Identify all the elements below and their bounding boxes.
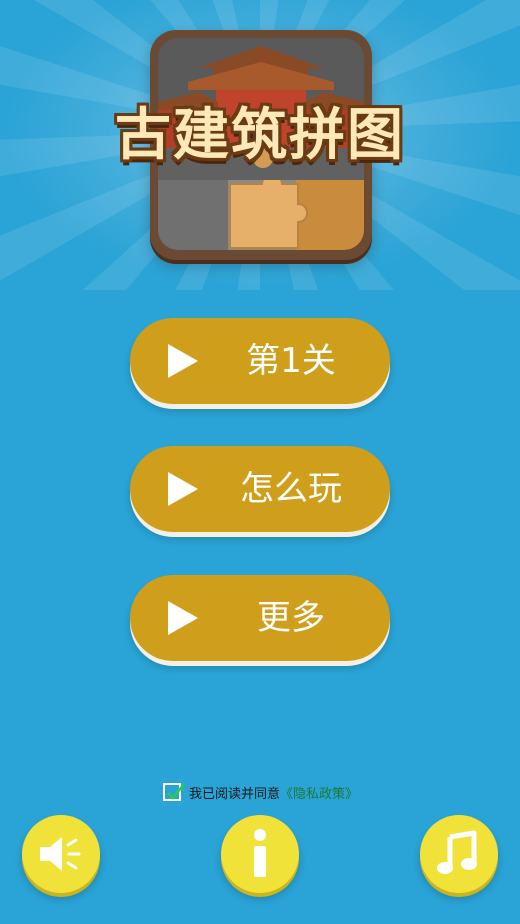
how-to-play-label: 怎么玩 [240, 469, 342, 509]
agree-text: 我已阅读并同意 [189, 786, 281, 802]
level-1-button[interactable]: 第1关 [130, 318, 390, 404]
speaker-icon [40, 837, 81, 871]
more-label: 更多 [257, 598, 325, 638]
privacy-policy-link[interactable]: 《隐私政策》 [280, 783, 358, 802]
level-1-label: 第1关 [246, 341, 336, 381]
game-logo: 古建筑拼图 [0, 0, 520, 290]
play-icon [168, 472, 198, 506]
music-button[interactable] [420, 815, 498, 893]
sound-button[interactable] [22, 815, 100, 893]
checkmark-icon [167, 783, 185, 800]
more-button[interactable]: 更多 [130, 575, 390, 661]
agree-checkbox[interactable] [163, 783, 185, 801]
info-button[interactable] [221, 815, 299, 893]
info-icon [254, 829, 266, 877]
privacy-agreement: 我已阅读并同意 《隐私政策》 [163, 780, 358, 804]
play-icon [168, 344, 198, 378]
play-icon [168, 601, 198, 635]
logo-title: 古建筑拼图 [115, 103, 405, 168]
how-to-play-button[interactable]: 怎么玩 [130, 446, 390, 532]
music-note-icon [437, 830, 477, 874]
